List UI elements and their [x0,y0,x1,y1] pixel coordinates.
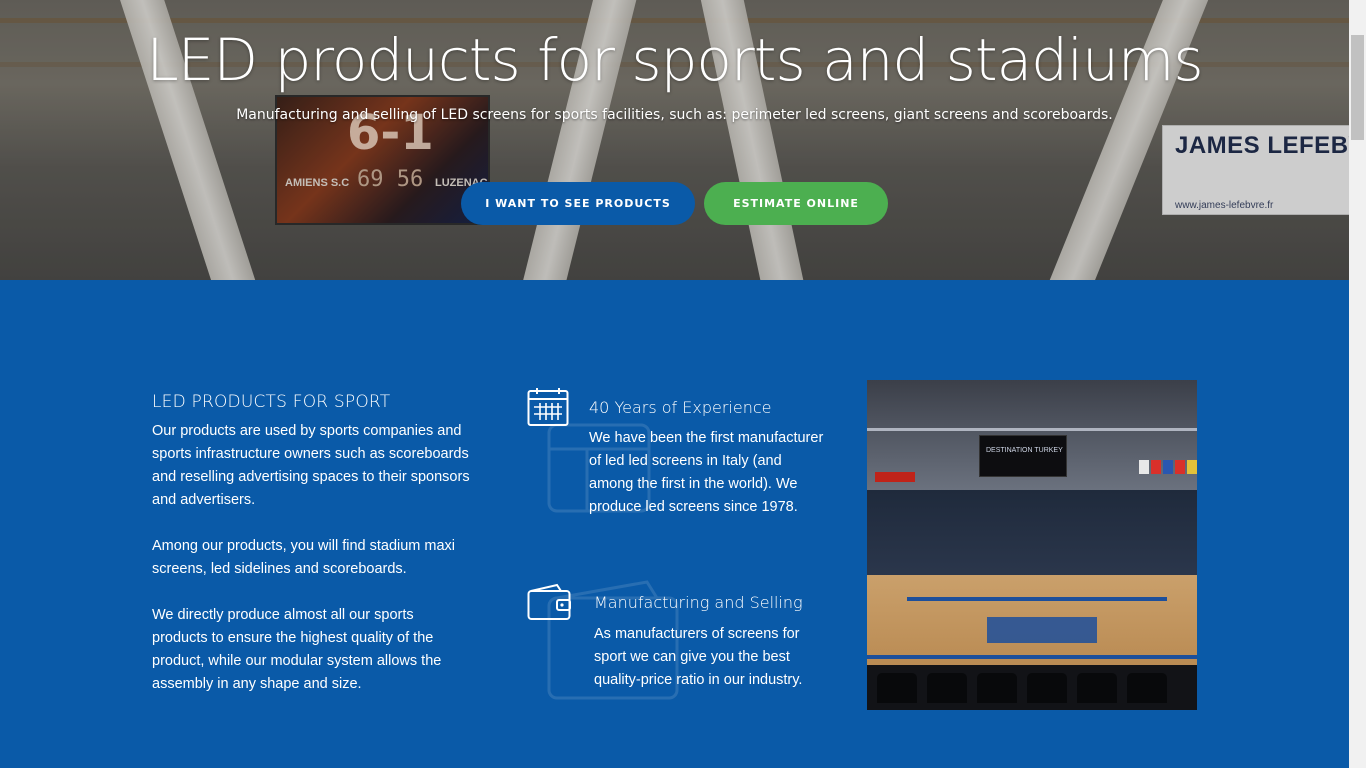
hero-title: LED products for sports and stadiums [146,26,1203,94]
hero-subtitle: Manufacturing and selling of LED screens… [236,107,1113,123]
seat [1077,673,1117,703]
court-line [907,597,1167,601]
arena-seats [867,665,1197,710]
center-hung-screen-text: DESTINATION TURKEY [986,447,1063,454]
flag [1175,460,1185,474]
center-hung-screen: DESTINATION TURKEY [979,435,1067,477]
flag [1151,460,1161,474]
feature-title: 40 Years of Experience [589,398,772,417]
seat [1027,673,1067,703]
wallet-icon [527,583,571,620]
scrollbar-thumb[interactable] [1351,35,1364,140]
estimate-online-button[interactable]: Estimate online [704,182,888,225]
flag [1187,460,1197,474]
ceiling-light [867,428,1197,431]
products-section: LED PRODUCTS FOR SPORT Our products are … [0,280,1349,768]
feature-experience: 40 Years of Experience We have been the … [527,387,837,527]
intro-column: LED PRODUCTS FOR SPORT Our products are … [152,392,472,696]
seat [877,673,917,703]
seat [927,673,967,703]
feature-manufacturing: Manufacturing and Selling As manufacture… [527,580,837,723]
feature-text: We have been the first manufacturer of l… [589,430,824,515]
flag [1163,460,1173,474]
intro-paragraph: We directly produce almost all our sport… [152,607,442,692]
seat [1127,673,1167,703]
seat [977,673,1017,703]
arena-photo: DESTINATION TURKEY [867,380,1197,710]
court-line [867,655,1197,659]
calendar-icon [527,388,569,426]
court-key [987,617,1097,643]
feature-text: As manufacturers of screens for sport we… [594,626,803,688]
led-scoreboard [875,472,915,482]
basketball-court [867,575,1197,670]
hero-section: 6-1 AMIENS S.C LUZENAC 69 56 JAMES LEFEB… [0,0,1349,280]
see-products-button[interactable]: I want to see products [461,182,695,225]
intro-paragraph: Among our products, you will find stadiu… [152,538,456,577]
flag [1139,460,1149,474]
intro-paragraph: Our products are used by sports companie… [152,423,470,508]
section-title: LED PRODUCTS FOR SPORT [152,392,391,412]
feature-title: Manufacturing and Selling [594,593,803,612]
